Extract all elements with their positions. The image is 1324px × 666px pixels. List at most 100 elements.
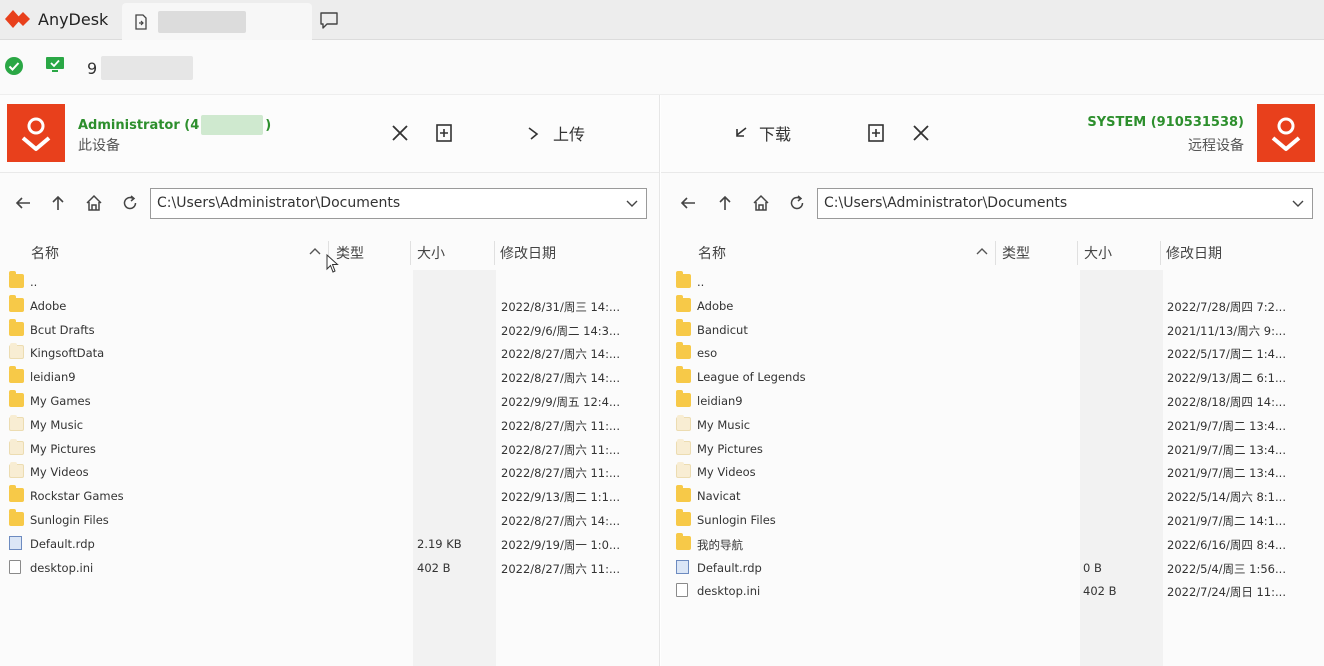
column-divider[interactable] xyxy=(1160,241,1161,265)
refresh-icon[interactable] xyxy=(787,193,807,213)
file-name: My Pictures xyxy=(30,441,96,456)
remote-col-modified[interactable]: 修改日期 xyxy=(1166,243,1222,265)
file-name: Navicat xyxy=(697,489,741,504)
file-row[interactable]: leidian9 2022/8/18/周四 14:... xyxy=(661,389,1324,413)
file-icon xyxy=(676,583,688,598)
up-icon[interactable] xyxy=(48,193,68,213)
remote-id-prefix: 9 xyxy=(87,58,98,78)
file-row[interactable]: Sunlogin Files 2022/8/27/周六 14:... xyxy=(0,508,659,532)
file-row[interactable]: eso 2022/5/17/周二 1:4... xyxy=(661,341,1324,365)
title-bar: AnyDesk xyxy=(0,0,1324,40)
file-row[interactable]: 我的导航 2022/6/16/周四 8:4... xyxy=(661,532,1324,556)
folder-icon xyxy=(676,294,691,312)
file-row[interactable]: KingsoftData 2022/8/27/周六 14:... xyxy=(0,341,659,365)
remote-device-subtitle: 远程设备 xyxy=(1188,138,1244,154)
remote-new-folder-button[interactable] xyxy=(866,119,886,147)
column-divider[interactable] xyxy=(410,241,411,265)
folder-icon xyxy=(676,414,691,431)
chevron-down-icon[interactable] xyxy=(625,196,639,210)
file-modified-date: 2022/8/27/周六 14:... xyxy=(501,371,620,386)
folder-icon xyxy=(676,366,691,384)
file-modified-date: 2022/9/13/周二 6:1... xyxy=(1167,371,1286,386)
column-divider[interactable] xyxy=(995,241,996,265)
file-name: Adobe xyxy=(697,298,734,313)
file-row[interactable]: My Games 2022/9/9/周五 12:4... xyxy=(0,389,659,413)
local-device-name-text: Administrator (4 xyxy=(78,117,200,133)
folder-icon xyxy=(9,438,24,455)
home-icon[interactable] xyxy=(751,193,771,213)
folder-icon xyxy=(676,390,691,407)
file-modified-date: 2022/9/13/周二 1:1... xyxy=(501,490,620,505)
remote-monitor-icon[interactable] xyxy=(44,55,66,79)
local-new-folder-button[interactable] xyxy=(434,119,454,147)
column-divider[interactable] xyxy=(1077,241,1078,265)
download-button[interactable]: 下载 xyxy=(731,119,791,147)
remote-col-name[interactable]: 名称 xyxy=(698,243,726,265)
file-row[interactable]: Navicat 2022/5/14/周六 8:1... xyxy=(661,484,1324,508)
file-row[interactable]: Bcut Drafts 2022/9/6/周二 14:3... xyxy=(0,318,659,342)
file-name: League of Legends xyxy=(697,370,806,385)
file-row[interactable]: My Videos 2022/8/27/周六 11:... xyxy=(0,460,659,484)
local-cancel-button[interactable] xyxy=(390,119,410,147)
file-modified-date: 2021/9/7/周二 13:4... xyxy=(1167,418,1286,433)
file-row[interactable]: Adobe 2022/8/31/周三 14:... xyxy=(0,294,659,318)
file-modified-date: 2021/9/7/周二 14:1... xyxy=(1167,514,1286,528)
up-icon[interactable] xyxy=(715,193,735,213)
file-row[interactable]: Default.rdp 2.19 KB 2022/9/19/周一 1:0... xyxy=(0,532,659,556)
column-divider[interactable] xyxy=(494,241,495,265)
chevron-down-icon[interactable] xyxy=(1291,196,1305,210)
file-row[interactable]: .. xyxy=(661,270,1324,294)
file-row[interactable]: Default.rdp 0 B 2022/5/4/周三 1:56... xyxy=(661,556,1324,580)
file-icon xyxy=(9,559,21,574)
refresh-icon[interactable] xyxy=(120,193,140,213)
file-modified-date: 2022/8/27/周六 11:... xyxy=(501,466,620,481)
local-col-size[interactable]: 大小 xyxy=(417,243,445,265)
file-row[interactable]: Sunlogin Files 2021/9/7/周二 14:1... xyxy=(661,508,1324,532)
local-path-input[interactable]: C:\Users\Administrator\Documents xyxy=(150,188,647,219)
upload-button[interactable]: 上传 xyxy=(525,119,585,147)
back-icon[interactable] xyxy=(678,193,698,213)
file-row[interactable]: Adobe 2022/7/28/周四 7:2... xyxy=(661,294,1324,318)
remote-device-header: SYSTEM (910531538) 远程设备 下载 xyxy=(661,95,1324,173)
tab-file-transfer[interactable] xyxy=(122,3,312,40)
folder-icon xyxy=(676,438,691,455)
file-row[interactable]: League of Legends 2022/9/13/周二 6:1... xyxy=(661,365,1324,389)
file-modified-date: 2022/8/27/周六 14:... xyxy=(501,514,620,528)
file-row[interactable]: desktop.ini 402 B 2022/8/27/周六 11:... xyxy=(0,556,659,580)
file-name: Default.rdp xyxy=(697,560,762,575)
file-modified-date: 2022/8/27/周六 11:... xyxy=(501,442,620,457)
app-brand[interactable]: AnyDesk xyxy=(4,6,108,32)
file-name: My Music xyxy=(30,417,84,432)
file-row[interactable]: My Music 2021/9/7/周二 13:4... xyxy=(661,413,1324,437)
local-col-type[interactable]: 类型 xyxy=(336,243,364,265)
folder-icon xyxy=(9,318,24,336)
chat-tab-icon[interactable] xyxy=(318,10,340,30)
file-row[interactable]: My Music 2022/8/27/周六 11:... xyxy=(0,413,659,437)
file-row[interactable]: My Videos 2021/9/7/周二 13:4... xyxy=(661,460,1324,484)
local-device-header: Administrator (4 ) 此设备 上传 xyxy=(0,95,659,173)
file-row[interactable]: My Pictures 2022/8/27/周六 11:... xyxy=(0,437,659,461)
file-row[interactable]: My Pictures 2021/9/7/周二 13:4... xyxy=(661,437,1324,461)
back-icon[interactable] xyxy=(13,193,33,213)
file-name: My Videos xyxy=(30,465,89,480)
file-row[interactable]: Bandicut 2021/11/13/周六 9:... xyxy=(661,318,1324,342)
file-name: Sunlogin Files xyxy=(697,513,776,527)
folder-icon xyxy=(9,485,24,503)
file-modified-date: 2021/11/13/周六 9:... xyxy=(1167,323,1286,338)
file-row[interactable]: Rockstar Games 2022/9/13/周二 1:1... xyxy=(0,484,659,508)
local-col-modified[interactable]: 修改日期 xyxy=(500,243,556,265)
file-row[interactable]: desktop.ini 402 B 2022/7/24/周日 11:... xyxy=(661,579,1324,603)
remote-col-size[interactable]: 大小 xyxy=(1084,243,1112,265)
remote-cancel-button[interactable] xyxy=(911,119,931,147)
file-modified-date: 2022/5/14/周六 8:1... xyxy=(1167,490,1286,505)
folder-icon xyxy=(676,485,691,503)
local-col-name[interactable]: 名称 xyxy=(31,243,59,265)
status-bar: 9 xyxy=(0,40,1324,95)
file-modified-date: 2022/9/9/周五 12:4... xyxy=(501,395,620,409)
home-icon[interactable] xyxy=(84,193,104,213)
remote-col-type[interactable]: 类型 xyxy=(1002,243,1030,265)
file-modified-date: 2022/5/4/周三 1:56... xyxy=(1167,561,1286,576)
remote-pane: SYSTEM (910531538) 远程设备 下载 C:\Users\Admi… xyxy=(661,95,1324,666)
remote-path-input[interactable]: C:\Users\Administrator\Documents xyxy=(817,188,1313,219)
file-row[interactable]: leidian9 2022/8/27/周六 14:... xyxy=(0,365,659,389)
